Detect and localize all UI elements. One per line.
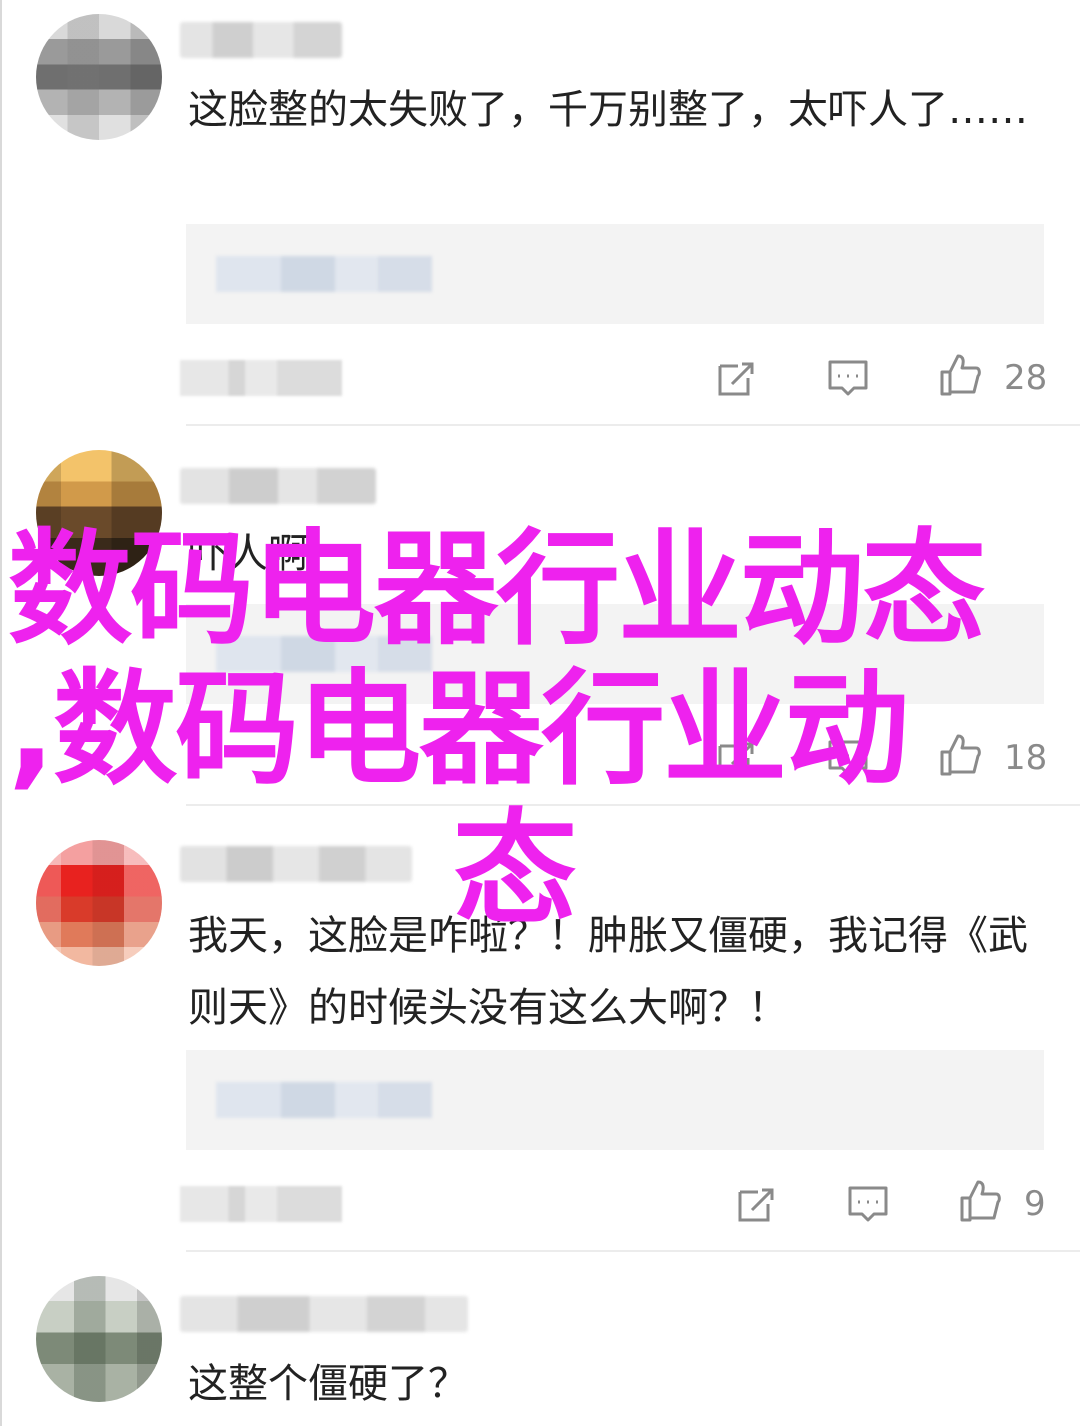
thumbs-up-icon[interactable] <box>938 352 982 396</box>
reply-icon[interactable] <box>826 356 870 400</box>
avatar[interactable] <box>36 1276 162 1402</box>
divider <box>186 1250 1080 1252</box>
quoted-reply-box[interactable] <box>186 1050 1044 1150</box>
overlay-title-line: 数码电器行业动态 <box>8 518 986 662</box>
divider <box>186 424 1080 426</box>
overlay-title-line: ,数码电器行业动 <box>8 658 909 802</box>
comment-text: 这整个僵硬了？ <box>188 1361 468 1407</box>
like-count: 28 <box>1004 358 1048 398</box>
avatar[interactable] <box>36 14 162 140</box>
timestamp-blurred <box>180 1186 342 1222</box>
reply-icon[interactable] <box>846 1182 890 1226</box>
comment-text: 这脸整的太失败了，千万别整了，太吓人了…… <box>188 87 1028 133</box>
timestamp-blurred <box>180 360 342 396</box>
like-count: 9 <box>1024 1184 1046 1224</box>
share-icon[interactable] <box>714 356 758 400</box>
username-blurred[interactable] <box>180 1296 468 1332</box>
quoted-text-blurred <box>216 256 432 292</box>
overlay-title-line: 态 <box>452 798 577 942</box>
username-blurred[interactable] <box>180 468 376 504</box>
share-icon[interactable] <box>734 1182 778 1226</box>
thumbs-up-icon[interactable] <box>958 1178 1002 1222</box>
username-blurred[interactable] <box>180 22 342 58</box>
overlay-title: 数码电器行业动态 ,数码电器行业动 态 <box>8 520 1080 940</box>
left-border <box>0 0 2 1426</box>
quoted-reply-box[interactable] <box>186 224 1044 324</box>
quoted-text-blurred <box>216 1082 432 1118</box>
